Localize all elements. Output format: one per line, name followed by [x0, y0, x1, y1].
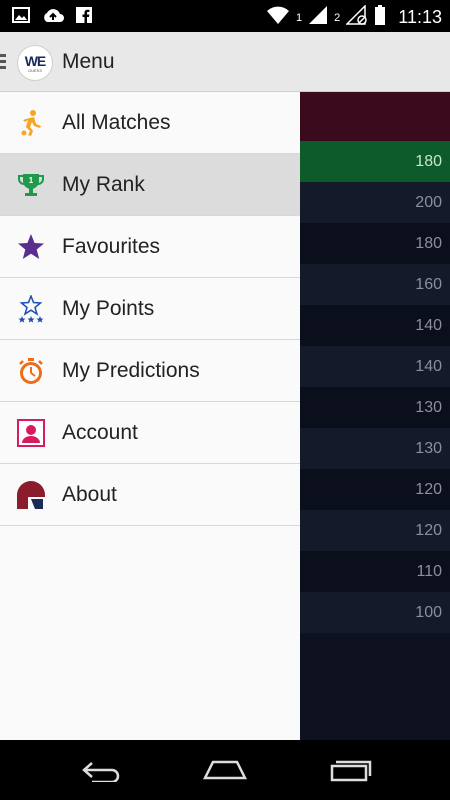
image-icon: [12, 7, 30, 28]
menu-item-all-matches[interactable]: All Matches: [0, 92, 300, 154]
home-icon[interactable]: [200, 755, 250, 785]
screen: 1 2 11:13 180 200 180 160 140 140 130 13…: [0, 0, 450, 800]
menu-item-label: Favourites: [62, 234, 161, 258]
menu-item-about[interactable]: About: [0, 464, 300, 526]
menu-item-label: All Matches: [62, 110, 171, 134]
background-list: 180 200 180 160 140 140 130 130 120 120 …: [300, 92, 450, 740]
menu-item-label: My Rank: [62, 172, 145, 196]
cloud-upload-icon: [42, 7, 64, 28]
menu-item-my-points[interactable]: My Points: [0, 278, 300, 340]
background-row: 110: [300, 551, 450, 592]
app-bar: WE GUESS Menu: [0, 32, 450, 92]
logo-text: WE: [24, 52, 47, 69]
hamburger-icon[interactable]: [0, 54, 6, 70]
page-title: Menu: [62, 50, 115, 73]
background-row: 180: [300, 141, 450, 182]
wifi-icon: [266, 5, 290, 30]
battery-icon: [374, 5, 386, 30]
background-row: 140: [300, 305, 450, 346]
about-logo-icon: [16, 480, 46, 510]
back-icon[interactable]: [75, 755, 125, 785]
background-row: 130: [300, 387, 450, 428]
menu-item-label: About: [62, 482, 117, 506]
signal-off-icon: [345, 4, 368, 30]
trophy-icon: 1: [16, 170, 46, 200]
background-top-row: [300, 92, 450, 141]
background-row: 120: [300, 510, 450, 551]
menu-item-my-rank[interactable]: 1 My Rank: [0, 154, 300, 216]
svg-text:1: 1: [29, 176, 34, 185]
menu-item-label: My Predictions: [62, 358, 200, 382]
menu-item-favourites[interactable]: Favourites: [0, 216, 300, 278]
background-row: 160: [300, 264, 450, 305]
sim2-label: 2: [334, 11, 341, 24]
logo-subtext: GUESS: [27, 67, 42, 73]
signal-icon: [308, 5, 328, 30]
background-row: 100: [300, 592, 450, 633]
stopwatch-icon: [16, 356, 46, 386]
sim1-label: 1: [296, 11, 303, 24]
background-row: 130: [300, 428, 450, 469]
account-icon: [16, 418, 46, 448]
star-icon: [16, 232, 46, 262]
stars-outline-icon: [16, 294, 46, 324]
system-nav-bar: [0, 740, 450, 800]
facebook-icon: [76, 7, 92, 28]
menu-item-label: My Points: [62, 296, 155, 320]
background-row: 120: [300, 469, 450, 510]
menu-item-account[interactable]: Account: [0, 402, 300, 464]
navigation-drawer: All Matches 1 My Rank Favourites My Poin…: [0, 92, 300, 740]
recents-icon[interactable]: [325, 755, 375, 785]
background-row: 140: [300, 346, 450, 387]
menu-item-my-predictions[interactable]: My Predictions: [0, 340, 300, 402]
status-bar: 1 2 11:13: [0, 0, 450, 32]
app-logo[interactable]: WE GUESS: [17, 45, 53, 81]
background-row: 200: [300, 182, 450, 223]
menu-item-label: Account: [62, 420, 138, 444]
running-person-icon: [16, 108, 46, 138]
background-row: 180: [300, 223, 450, 264]
clock: 11:13: [398, 7, 442, 27]
